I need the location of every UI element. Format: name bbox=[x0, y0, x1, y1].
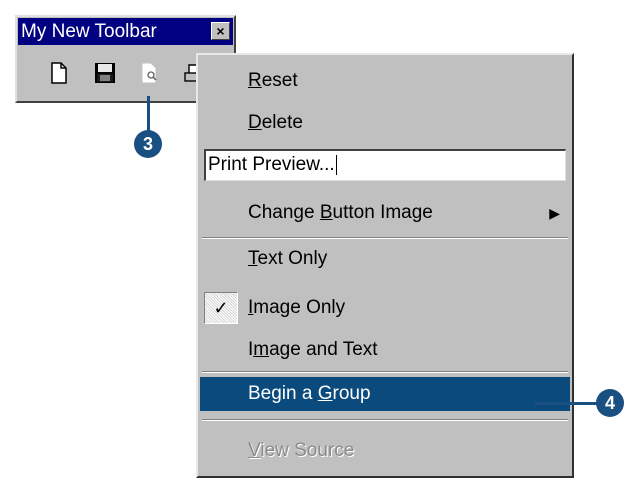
save-icon[interactable] bbox=[93, 61, 117, 85]
menu-item-label: Image Only bbox=[248, 297, 346, 318]
menu-item-label: Begin a Group bbox=[248, 383, 371, 404]
toolbar-title: My New Toolbar bbox=[21, 21, 157, 42]
menu-item-label: Delete bbox=[248, 112, 303, 133]
menu-item-image-and-text[interactable]: Image and Text bbox=[200, 334, 570, 366]
button-name-input[interactable]: Print Preview... bbox=[204, 149, 566, 181]
context-menu: Reset Delete Print Preview... Change But… bbox=[196, 53, 574, 478]
callout-3-line bbox=[147, 96, 150, 134]
menu-item-view-source: View Source bbox=[200, 435, 570, 467]
text-caret bbox=[335, 154, 337, 175]
menu-item-image-only[interactable]: Image Only bbox=[200, 292, 570, 324]
menu-item-text-only[interactable]: Text Only bbox=[200, 243, 570, 275]
menu-separator bbox=[202, 419, 568, 421]
print-preview-icon[interactable] bbox=[138, 61, 162, 85]
menu-item-label: View Source bbox=[248, 440, 355, 461]
submenu-arrow-icon: ▶ bbox=[549, 205, 560, 221]
toolbar-titlebar[interactable]: My New Toolbar × bbox=[18, 18, 233, 45]
menu-item-change-button-image[interactable]: Change Button Image ▶ bbox=[200, 197, 570, 229]
close-button[interactable]: × bbox=[211, 22, 230, 40]
menu-item-delete[interactable]: Delete bbox=[200, 107, 570, 139]
menu-item-begin-group[interactable]: Begin a Group bbox=[200, 377, 570, 411]
menu-separator bbox=[202, 371, 568, 373]
menu-item-label: Image and Text bbox=[248, 339, 378, 360]
callout-4-line bbox=[535, 402, 600, 405]
callout-4-badge: 4 bbox=[596, 389, 624, 417]
callout-3-badge: 3 bbox=[134, 130, 162, 158]
menu-item-label: Reset bbox=[248, 70, 298, 91]
menu-separator bbox=[202, 237, 568, 239]
menu-item-label: Change Button Image bbox=[248, 202, 433, 223]
new-document-icon[interactable] bbox=[47, 61, 71, 85]
menu-item-reset[interactable]: Reset bbox=[200, 65, 570, 97]
menu-item-label: Text Only bbox=[248, 248, 328, 269]
